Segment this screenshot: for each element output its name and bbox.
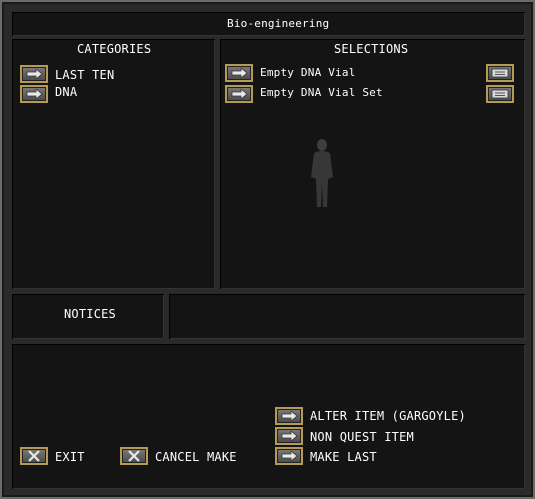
- selection-empty-dna-vial-set-label: Empty DNA Vial Set: [260, 86, 383, 99]
- arrow-right-icon: [26, 89, 43, 99]
- scroll-info-icon: [491, 68, 509, 78]
- category-last-ten-button[interactable]: [20, 65, 48, 83]
- arrow-right-icon: [281, 411, 298, 421]
- selection-empty-dna-vial-label: Empty DNA Vial: [260, 66, 356, 79]
- selection-empty-dna-vial-set-make-button[interactable]: [225, 85, 253, 103]
- selections-header: SELECTIONS: [334, 42, 409, 56]
- x-icon: [128, 450, 140, 462]
- exit-label: EXIT: [55, 450, 85, 464]
- make-last-button[interactable]: [275, 447, 303, 465]
- category-dna-label: DNA: [55, 85, 78, 99]
- notices-header: NOTICES: [64, 307, 116, 321]
- cancel-make-button[interactable]: [120, 447, 148, 465]
- exit-button[interactable]: [20, 447, 48, 465]
- arrow-right-icon: [26, 69, 43, 79]
- category-dna-button[interactable]: [20, 85, 48, 103]
- item-preview-figure: [311, 139, 333, 207]
- x-icon: [28, 450, 40, 462]
- category-last-ten-label: LAST TEN: [55, 68, 115, 82]
- cancel-make-label: CANCEL MAKE: [155, 450, 237, 464]
- arrow-right-icon: [281, 431, 298, 441]
- arrow-right-icon: [231, 89, 248, 99]
- selection-empty-dna-vial-set-info-button[interactable]: [486, 85, 514, 103]
- bio-engineering-window: Bio-engineering CATEGORIES LAST TEN DNA …: [0, 0, 535, 499]
- arrow-right-icon: [281, 451, 298, 461]
- selection-empty-dna-vial-make-button[interactable]: [225, 64, 253, 82]
- alter-item-label: ALTER ITEM (GARGOYLE): [310, 409, 466, 423]
- arrow-right-icon: [231, 68, 248, 78]
- categories-header: CATEGORIES: [77, 42, 152, 56]
- notices-message-panel: [169, 294, 525, 339]
- non-quest-item-label: NON QUEST ITEM: [310, 430, 414, 444]
- alter-item-button[interactable]: [275, 407, 303, 425]
- selection-empty-dna-vial-info-button[interactable]: [486, 64, 514, 82]
- window-title: Bio-engineering: [227, 17, 330, 30]
- scroll-info-icon: [491, 89, 509, 99]
- make-last-label: MAKE LAST: [310, 450, 377, 464]
- non-quest-item-button[interactable]: [275, 427, 303, 445]
